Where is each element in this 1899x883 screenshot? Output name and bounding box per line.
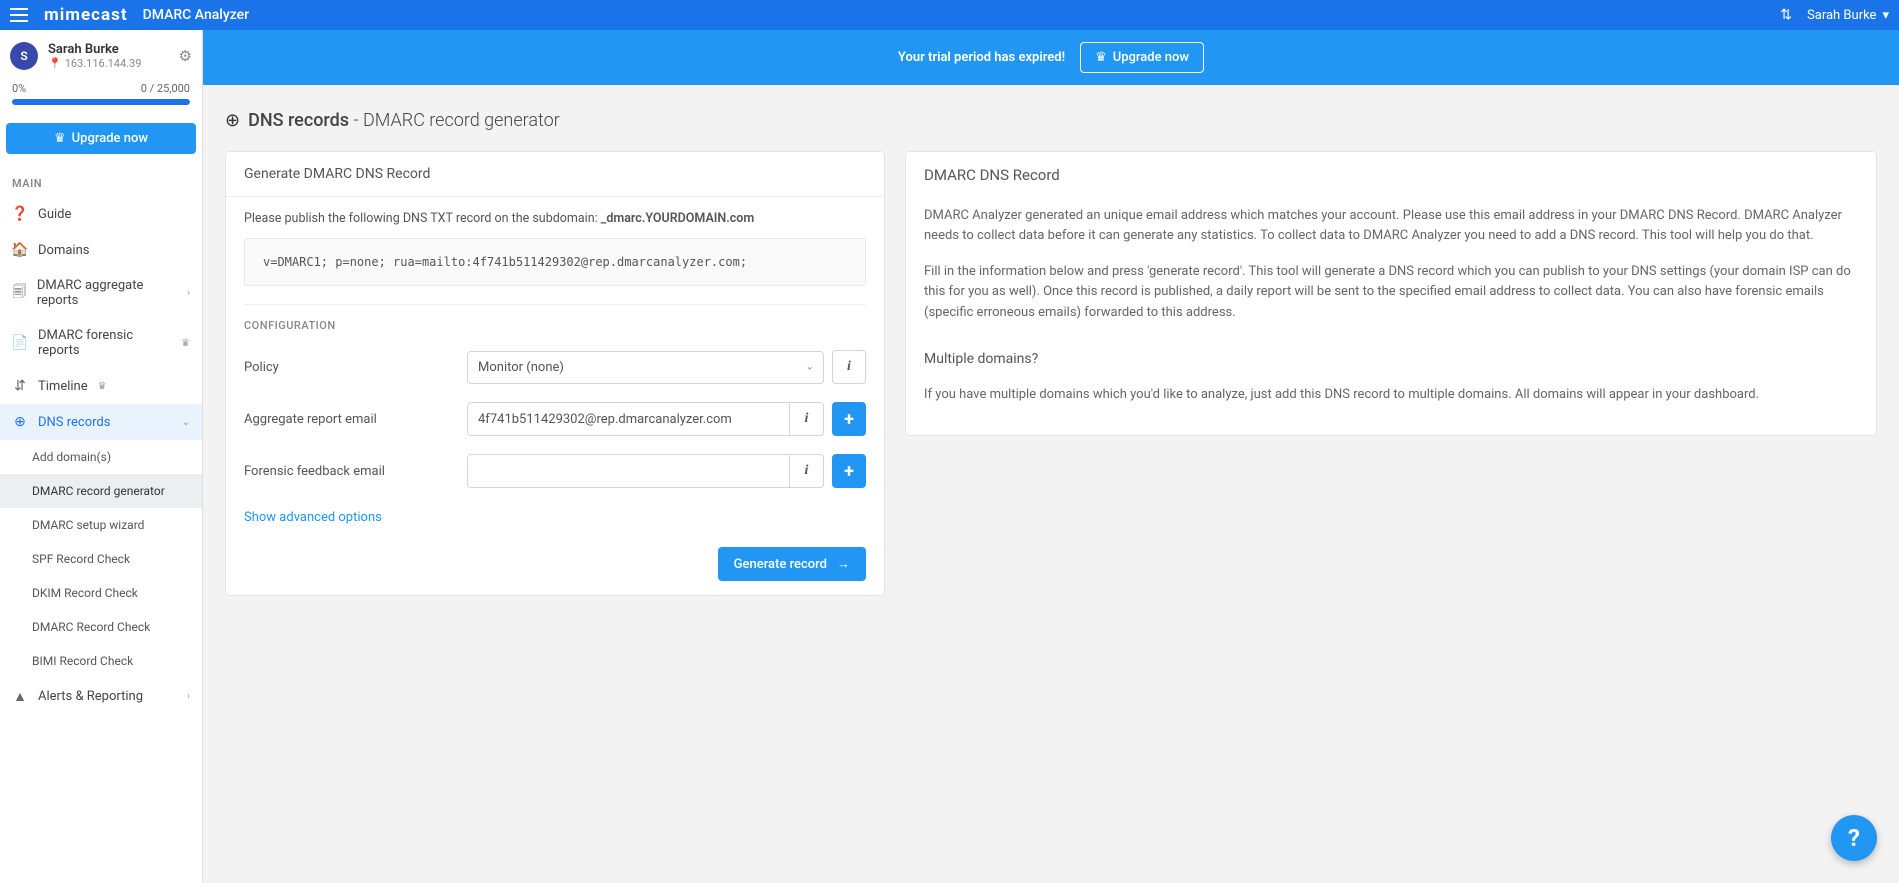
help-fab[interactable]: ? — [1831, 815, 1877, 861]
gear-icon[interactable]: ⚙ — [179, 47, 192, 65]
sidebar-user-block: S Sarah Burke 📍 163.116.144.39 ⚙ — [0, 30, 202, 82]
sub-add-domains[interactable]: Add domain(s) — [0, 440, 202, 474]
chevron-down-icon: ⌄ — [182, 417, 190, 428]
chevron-right-icon: › — [187, 288, 190, 299]
upgrade-label: Upgrade now — [72, 131, 148, 146]
trial-banner: Your trial period has expired! ♛ Upgrade… — [203, 30, 1899, 85]
chevron-down-icon: ▾ — [1882, 8, 1889, 23]
instruction-text: Please publish the following DNS TXT rec… — [244, 211, 601, 226]
forensic-email-input[interactable] — [467, 454, 790, 488]
location-pin-icon: 📍 — [48, 57, 62, 70]
publish-instruction: Please publish the following DNS TXT rec… — [244, 211, 866, 226]
ip-text: 163.116.144.39 — [65, 57, 142, 70]
sub-dmarc-check[interactable]: DMARC Record Check — [0, 610, 202, 644]
aggregate-info-button[interactable]: i — [790, 402, 824, 436]
home-icon: 🏠 — [12, 242, 28, 258]
nav-dns-records[interactable]: ⊕ DNS records ⌄ — [0, 404, 202, 440]
multiple-domains-heading: Multiple domains? — [924, 351, 1858, 367]
config-heading: CONFIGURATION — [244, 319, 866, 332]
title-strong: DNS records — [248, 110, 349, 131]
banner-button-label: Upgrade now — [1113, 50, 1189, 65]
sub-setup-wizard[interactable]: DMARC setup wizard — [0, 508, 202, 542]
quota-used: 0 / 25,000 — [141, 82, 190, 95]
help-icon: ❓ — [12, 206, 28, 222]
logo: mimecast — [44, 5, 128, 25]
nav-label: DMARC forensic reports — [38, 328, 171, 358]
banner-upgrade-button[interactable]: ♛ Upgrade now — [1080, 42, 1204, 73]
app-title: DMARC Analyzer — [143, 7, 250, 23]
arrow-right-icon: → — [837, 556, 850, 572]
policy-label: Policy — [244, 360, 459, 375]
crown-icon: ♛ — [1095, 50, 1107, 65]
nav-forensic-reports[interactable]: 📄 DMARC forensic reports ♛ — [0, 318, 202, 368]
nav-label: Domains — [38, 243, 89, 258]
quota-pct: 0% — [12, 82, 26, 95]
left-card-header: Generate DMARC DNS Record — [226, 152, 884, 197]
timeline-icon: ⇵ — [12, 378, 28, 394]
policy-info-button[interactable]: i — [832, 350, 866, 384]
generate-record-card: Generate DMARC DNS Record Please publish… — [225, 151, 885, 596]
sub-spf-check[interactable]: SPF Record Check — [0, 542, 202, 576]
section-label-main: MAIN — [0, 169, 202, 196]
aggregate-email-input[interactable] — [467, 402, 790, 436]
info-card: DMARC DNS Record DMARC Analyzer generate… — [905, 151, 1877, 436]
sync-icon[interactable]: ⇅ — [1780, 7, 1792, 23]
document-icon: 📄 — [12, 335, 28, 351]
quota-bar — [12, 99, 190, 105]
aggregate-add-button[interactable]: + — [832, 402, 866, 436]
title-light: - DMARC record generator — [349, 110, 560, 131]
crown-icon: ♛ — [98, 381, 107, 392]
forensic-add-button[interactable]: + — [832, 454, 866, 488]
crown-icon: ♛ — [181, 338, 190, 349]
menu-icon[interactable] — [10, 3, 34, 27]
aggregate-label: Aggregate report email — [244, 412, 459, 427]
sidebar-user-name: Sarah Burke — [48, 42, 169, 57]
nav-guide[interactable]: ❓ Guide — [0, 196, 202, 232]
globe-icon: ⊕ — [12, 414, 28, 430]
generate-label: Generate record — [734, 557, 827, 572]
dns-record-box: v=DMARC1; p=none; rua=mailto:4f741b51142… — [244, 238, 866, 286]
generate-record-button[interactable]: Generate record → — [718, 547, 866, 581]
chevron-right-icon: › — [187, 691, 190, 702]
forensic-info-button[interactable]: i — [790, 454, 824, 488]
top-bar: mimecast DMARC Analyzer ⇅ Sarah Burke ▾ — [0, 0, 1899, 30]
instruction-subdomain: _dmarc.YOURDOMAIN.com — [601, 211, 755, 226]
info-paragraph-2: Fill in the information below and press … — [924, 262, 1858, 322]
sidebar-user-ip: 📍 163.116.144.39 — [48, 57, 169, 70]
sub-bimi-check[interactable]: BIMI Record Check — [0, 644, 202, 678]
sub-dkim-check[interactable]: DKIM Record Check — [0, 576, 202, 610]
nav-label: DNS records — [38, 415, 110, 430]
nav-aggregate-reports[interactable]: 🗐 DMARC aggregate reports › — [0, 268, 202, 318]
right-card-header: DMARC DNS Record — [906, 152, 1876, 192]
info-paragraph-3: If you have multiple domains which you'd… — [924, 385, 1858, 405]
copy-icon: 🗐 — [12, 281, 27, 305]
forensic-label: Forensic feedback email — [244, 464, 459, 479]
sidebar-upgrade-button[interactable]: ♛ Upgrade now — [6, 123, 196, 154]
sub-record-generator[interactable]: DMARC record generator — [0, 474, 202, 508]
nav-label: DMARC aggregate reports — [37, 278, 177, 308]
advanced-options-link[interactable]: Show advanced options — [244, 510, 382, 525]
crown-icon: ♛ — [54, 131, 66, 146]
nav-label: Alerts & Reporting — [38, 689, 143, 704]
globe-icon: ⊕ — [225, 110, 240, 131]
nav-label: Timeline — [38, 379, 88, 394]
info-paragraph-1: DMARC Analyzer generated an unique email… — [924, 206, 1858, 246]
sidebar: S Sarah Burke 📍 163.116.144.39 ⚙ 0% 0 / … — [0, 30, 203, 883]
nav-timeline[interactable]: ⇵ Timeline ♛ — [0, 368, 202, 404]
nav-label: Guide — [38, 207, 71, 222]
quota-block: 0% 0 / 25,000 — [0, 82, 202, 115]
policy-select[interactable]: Monitor (none) — [467, 351, 824, 384]
page-title: ⊕ DNS records - DMARC record generator — [225, 110, 1877, 131]
nav-domains[interactable]: 🏠 Domains — [0, 232, 202, 268]
user-menu[interactable]: Sarah Burke ▾ — [1807, 8, 1889, 23]
banner-text: Your trial period has expired! — [898, 50, 1065, 65]
alert-icon: ▲ — [12, 688, 28, 705]
avatar: S — [10, 42, 38, 70]
topbar-username: Sarah Burke — [1807, 8, 1876, 23]
nav-alerts[interactable]: ▲ Alerts & Reporting › — [0, 678, 202, 715]
